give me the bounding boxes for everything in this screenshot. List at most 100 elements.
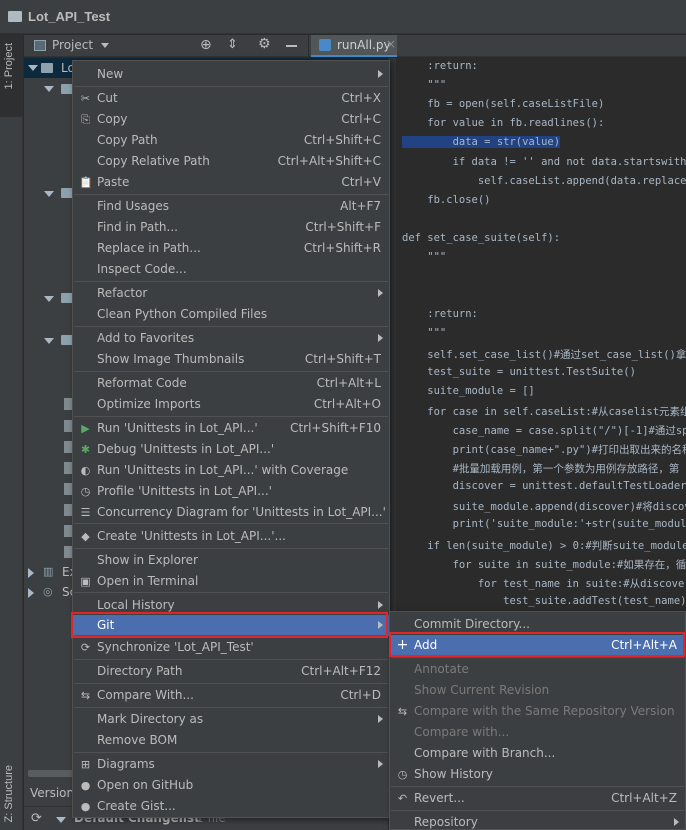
menu-item-shortcut: Ctrl+V <box>341 175 381 189</box>
menu-item-create-unittests-in-lot-api[interactable]: ◆ Create 'Unittests in Lot_API...'... <box>73 526 389 547</box>
menu-item-refactor[interactable]: Refactor <box>73 283 389 304</box>
menu-item-reformat-code[interactable]: Reformat Code Ctrl+Alt+L <box>73 373 389 394</box>
menu-item-open-in-terminal[interactable]: ▣ Open in Terminal <box>73 571 389 592</box>
menu-item-revert[interactable]: ↶ Revert... Ctrl+Alt+Z <box>390 788 685 809</box>
code-line: for suite in suite_module:#如果存在，循环 <box>402 558 686 571</box>
menu-item-find-usages[interactable]: Find Usages Alt+F7 <box>73 196 389 217</box>
menu-item-paste[interactable]: 📋 Paste Ctrl+V <box>73 172 389 193</box>
expand-arrow-icon[interactable] <box>28 65 38 71</box>
menu-item-shortcut: Ctrl+X <box>341 91 381 105</box>
project-tool-tab[interactable]: 1: Project <box>3 43 15 89</box>
menu-item-label: Replace in Path... <box>97 241 201 255</box>
menu-item-compare-with[interactable]: ⇆ Compare With... Ctrl+D <box>73 685 389 706</box>
code-line: test_suite.addTest(test_name) <box>402 594 686 607</box>
menu-item-label: Commit Directory... <box>414 617 530 631</box>
collapse-arrow-icon[interactable] <box>28 568 34 578</box>
menu-item-label: Open in Terminal <box>97 574 199 588</box>
menu-item-label: Cut <box>97 91 118 105</box>
menu-item-cut[interactable]: ✂ Cut Ctrl+X <box>73 88 389 109</box>
gear-icon[interactable]: ⚙ <box>258 36 271 52</box>
menu-item-mark-directory-as[interactable]: Mark Directory as <box>73 709 389 730</box>
debug-icon: ✱ <box>80 443 91 456</box>
menu-item-shortcut: Ctrl+Alt+Z <box>611 791 677 805</box>
collapse-all-icon[interactable]: ⇕ <box>227 37 238 52</box>
menu-item-git[interactable]: Git <box>73 615 389 636</box>
menu-item-local-history[interactable]: Local History <box>73 595 389 616</box>
menu-item-create-gist[interactable]: ● Create Gist... <box>73 796 389 817</box>
expand-arrow-icon[interactable] <box>44 86 54 92</box>
hide-panel-icon[interactable] <box>286 45 297 47</box>
menu-item-shortcut: Ctrl+Shift+C <box>303 133 381 147</box>
locate-target-icon[interactable]: ⊕ <box>200 37 212 53</box>
git-submenu: Commit Directory... + Add Ctrl+Alt+A Annotat… <box>389 611 686 830</box>
menu-item-find-in-path[interactable]: Find in Path... Ctrl+Shift+F <box>73 217 389 238</box>
menu-item-shortcut: Ctrl+C <box>341 112 381 126</box>
project-view-dropdown-icon[interactable] <box>101 43 109 48</box>
menu-item-open-on-github[interactable]: ● Open on GitHub <box>73 775 389 796</box>
menu-item-label: Directory Path <box>97 664 183 678</box>
code-line: :return: <box>402 60 478 72</box>
menu-item-clean-python-compiled-files[interactable]: Clean Python Compiled Files <box>73 304 389 325</box>
menu-item-add-to-favorites[interactable]: Add to Favorites <box>73 328 389 349</box>
menu-item-show-in-explorer[interactable]: Show in Explorer <box>73 550 389 571</box>
menu-item-replace-in-path[interactable]: Replace in Path... Ctrl+Shift+R <box>73 238 389 259</box>
copy-icon: ⎘ <box>81 113 90 126</box>
library-icon: ▥ <box>43 565 54 578</box>
menu-item-copy-relative-path[interactable]: Copy Relative Path Ctrl+Alt+Shift+C <box>73 151 389 172</box>
project-panel-header: Project ⊕ ⇕ ⚙ <box>24 35 308 57</box>
menu-item-label: Copy Path <box>97 133 158 147</box>
expand-arrow-icon[interactable] <box>44 296 54 302</box>
menu-item-diagrams[interactable]: ⊞ Diagrams <box>73 754 389 775</box>
menu-item-run-unittests-in-lot-api-with-coverage[interactable]: ◐ Run 'Unittests in Lot_API...' with Cove… <box>73 460 389 481</box>
code-line: discover = unittest.defaultTestLoader.d <box>402 480 686 493</box>
menu-item-inspect-code[interactable]: Inspect Code... <box>73 259 389 280</box>
menu-item-profile-unittests-in-lot-api[interactable]: ◷ Profile 'Unittests in Lot_API...' <box>73 481 389 502</box>
menu-separator <box>74 592 388 593</box>
menu-item-copy-path[interactable]: Copy Path Ctrl+Shift+C <box>73 130 389 151</box>
terminal-icon: ▣ <box>80 575 91 588</box>
menu-item-directory-path[interactable]: Directory Path Ctrl+Alt+F12 <box>73 661 389 682</box>
menu-separator <box>74 548 388 549</box>
menu-item-debug-unittests-in-lot-api[interactable]: ✱ Debug 'Unittests in Lot_API...' <box>73 439 389 460</box>
project-view-title[interactable]: Project <box>52 38 93 52</box>
expand-arrow-icon[interactable] <box>56 817 66 823</box>
code-line: fb.close() <box>402 193 491 206</box>
menu-item-optimize-imports[interactable]: Optimize Imports Ctrl+Alt+O <box>73 394 389 415</box>
version-control-tab[interactable]: Version <box>30 786 74 800</box>
code-editor[interactable]: :return: """ fb = open(self.caseListFile… <box>396 58 686 618</box>
code-line: case_name = case.split("/")[-1]#通过spl <box>402 424 686 437</box>
menu-separator <box>74 416 388 417</box>
menu-item-concurrency-diagram-for-unittests-in-lot-api[interactable]: ☰ Concurrency Diagram for 'Unittests in L… <box>73 502 389 523</box>
expand-arrow-icon[interactable] <box>44 338 54 344</box>
close-tab-icon[interactable]: × <box>386 37 396 51</box>
menu-item-new[interactable]: New <box>73 64 389 85</box>
scissors-icon: ✂ <box>80 92 91 105</box>
collapse-arrow-icon[interactable] <box>28 588 34 598</box>
menu-item-commit-directory[interactable]: Commit Directory... <box>390 614 685 635</box>
coverage-icon: ◐ <box>80 464 91 477</box>
menu-separator <box>74 194 388 195</box>
menu-item-compare-with-branch[interactable]: Compare with Branch... <box>390 743 685 764</box>
menu-item-label: Debug 'Unittests in Lot_API...' <box>97 442 275 456</box>
menu-item-copy[interactable]: ⎘ Copy Ctrl+C <box>73 109 389 130</box>
code-line: for case in self.caseList:#从caselist元素组中 <box>402 405 686 418</box>
menu-item-shortcut: Ctrl+Shift+F <box>305 220 381 234</box>
structure-tool-tab[interactable]: Z: Structure <box>3 765 15 822</box>
menu-item-repository[interactable]: Repository <box>390 812 685 830</box>
code-line: :return: <box>402 308 478 321</box>
menu-item-synchronize-lot-api-test[interactable]: ⟳ Synchronize 'Lot_API_Test' <box>73 637 389 658</box>
menu-item-remove-bom[interactable]: Remove BOM <box>73 730 389 751</box>
submenu-arrow-icon <box>378 289 383 297</box>
code-line: def set_case_suite(self): <box>402 231 561 244</box>
menu-item-annotate: Annotate <box>390 659 685 680</box>
editor-tab-runall[interactable]: runAll.py × <box>311 35 397 57</box>
menu-item-show-current-revision: Show Current Revision <box>390 680 685 701</box>
refresh-icon[interactable]: ⟳ <box>31 811 42 826</box>
menu-item-show-image-thumbnails[interactable]: Show Image Thumbnails Ctrl+Shift+T <box>73 349 389 370</box>
expand-arrow-icon[interactable] <box>44 191 54 197</box>
menu-item-add[interactable]: + Add Ctrl+Alt+A <box>390 635 685 656</box>
menu-item-show-history[interactable]: ◷ Show History <box>390 764 685 785</box>
revert-icon: ↶ <box>397 792 408 805</box>
menu-item-run-unittests-in-lot-api[interactable]: ▶ Run 'Unittests in Lot_API...' Ctrl+Shift… <box>73 418 389 439</box>
menu-item-label: Show History <box>414 767 493 781</box>
